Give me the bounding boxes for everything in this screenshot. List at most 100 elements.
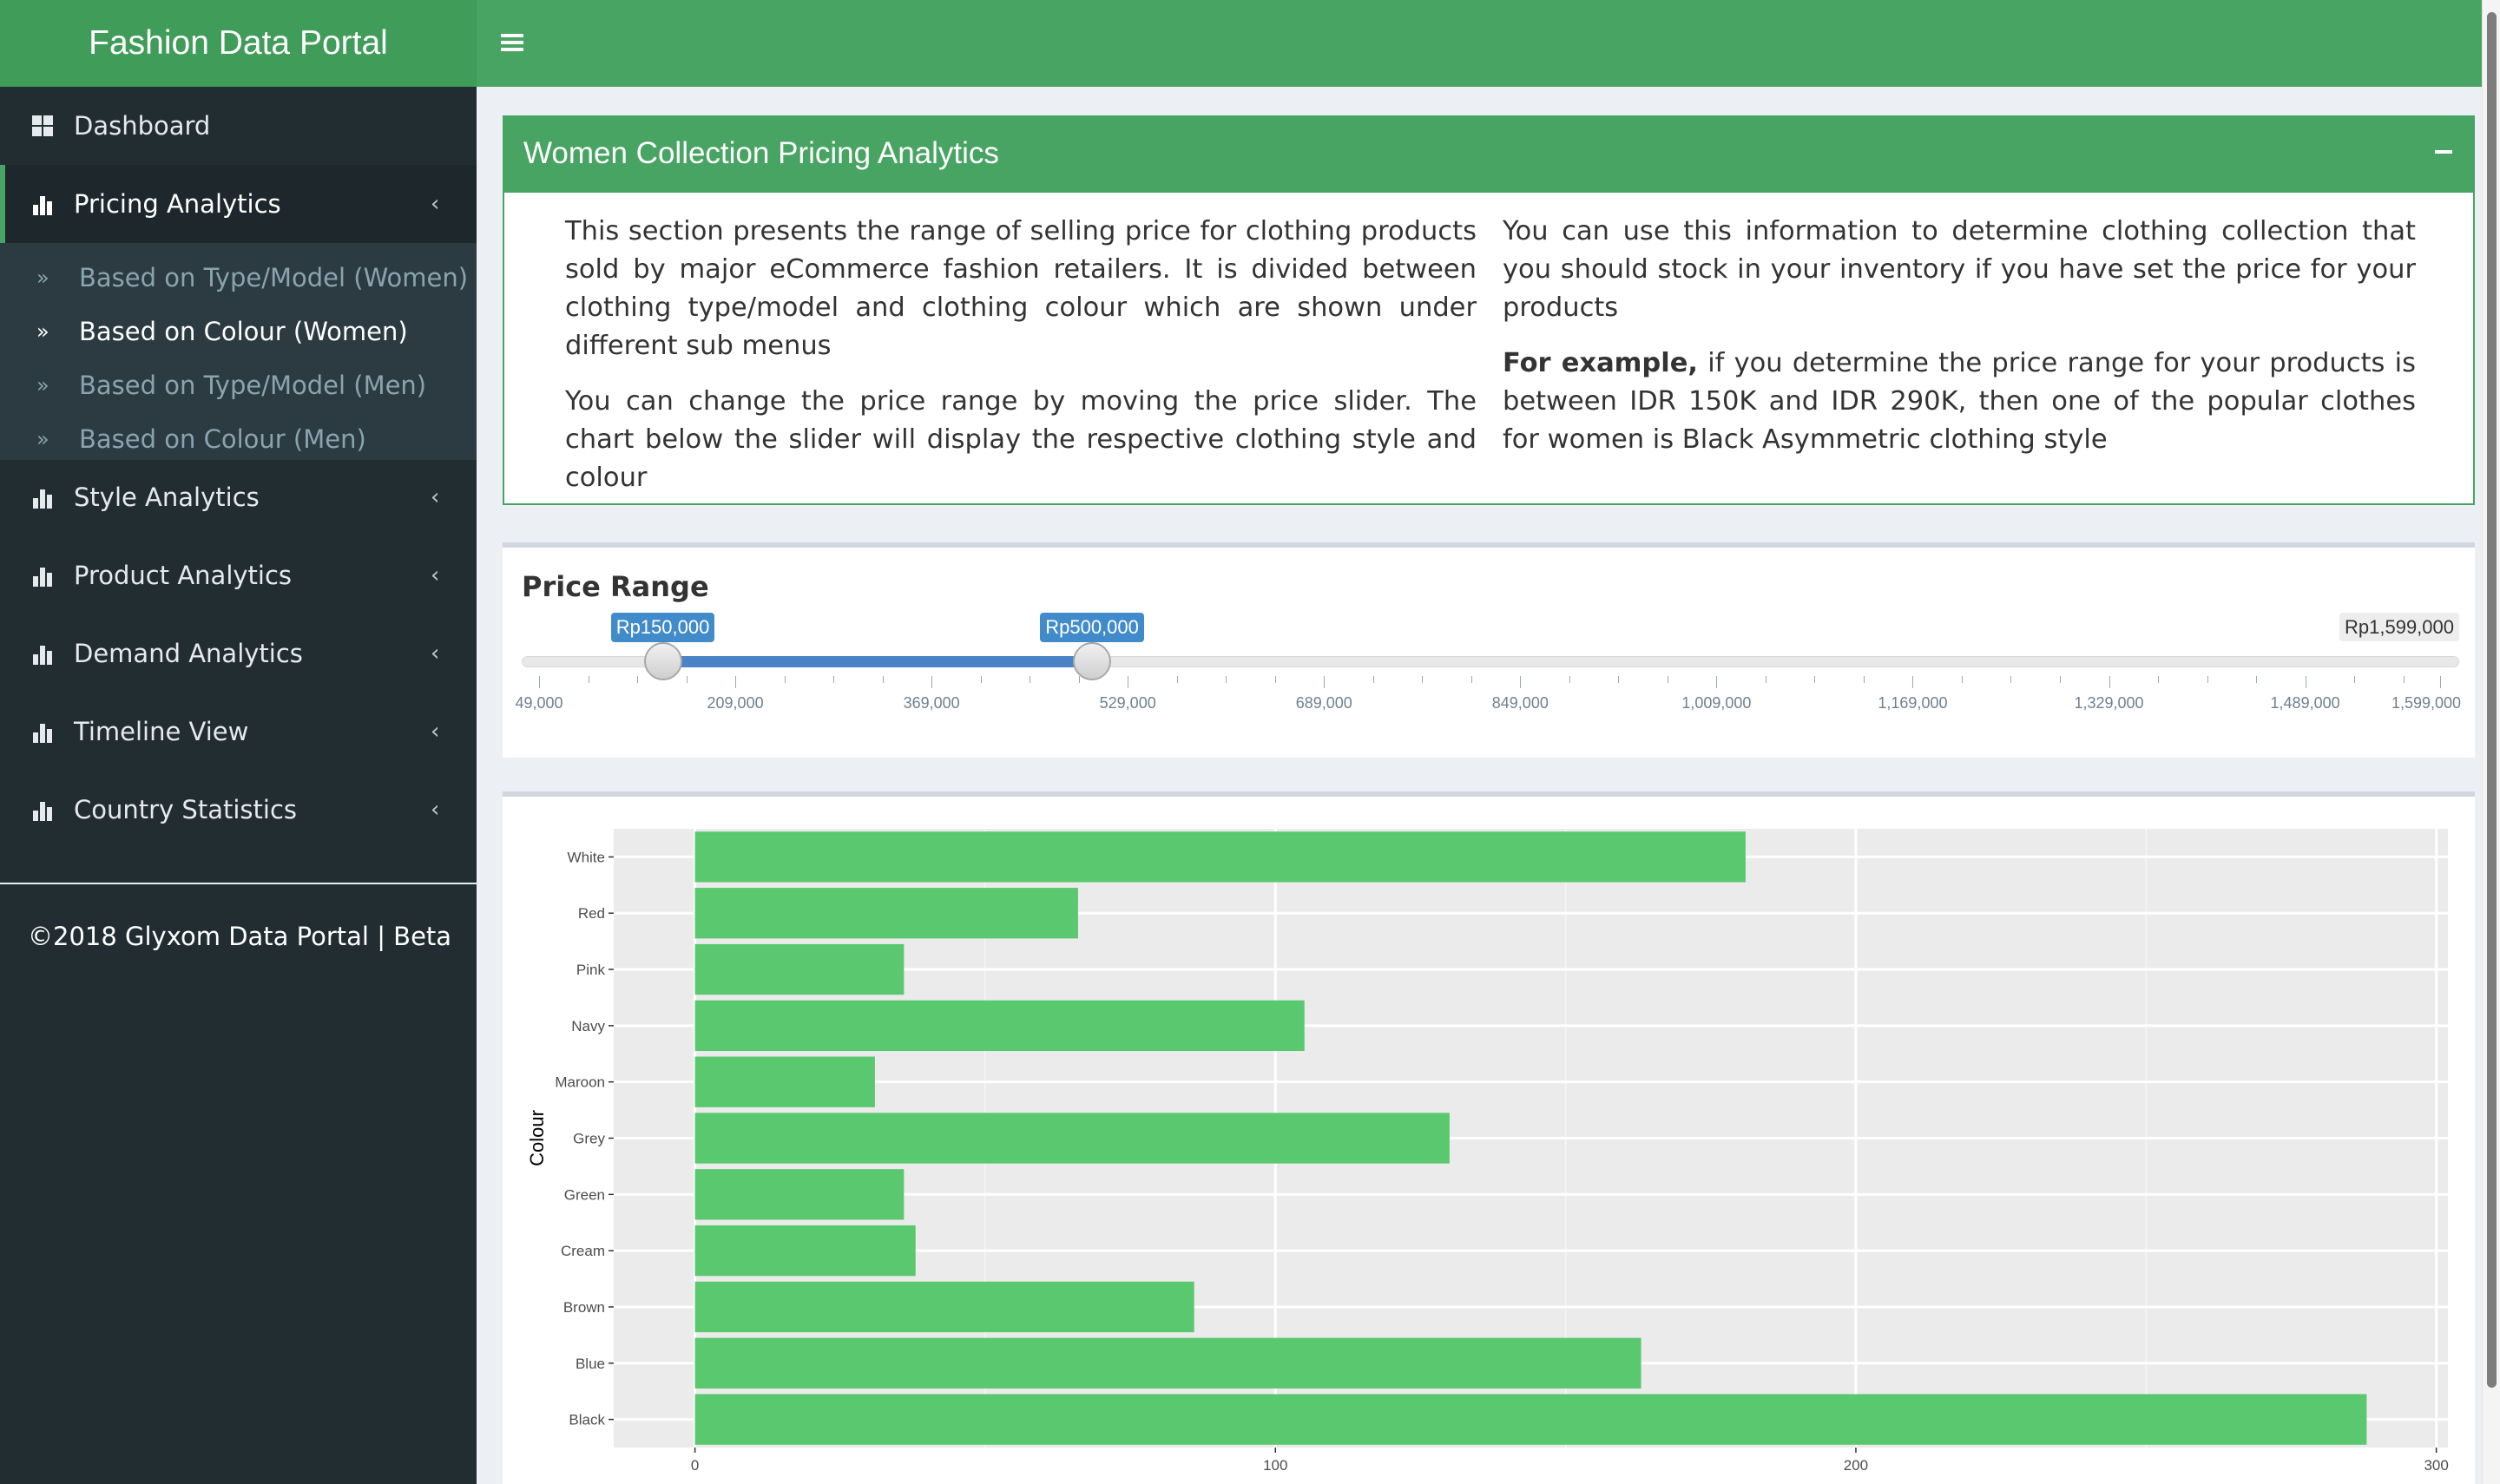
chevron-left-icon: ‹ — [431, 562, 440, 588]
sidebar-item-demand-analytics[interactable]: Demand Analytics ‹ — [0, 614, 477, 693]
slider-minor-tick — [1078, 676, 1080, 683]
slider-minor-tick — [882, 676, 884, 683]
slider-minor-tick — [686, 676, 688, 683]
slider-minor-tick — [1863, 676, 1865, 683]
bar-black — [694, 1394, 2367, 1445]
bar-chart-icon — [31, 564, 54, 587]
slider-major-tick — [735, 676, 737, 688]
bar-grey — [694, 1113, 1450, 1164]
slider-minor-tick — [1274, 676, 1276, 683]
x-tick-label: 100 — [1263, 1457, 1287, 1474]
submenu-item-label: Based on Type/Model (Men) — [79, 371, 427, 400]
submenu-item-label: Based on Type/Model (Women) — [79, 263, 469, 292]
slider-major-tick — [2440, 676, 2441, 688]
slider-tick-label: 689,000 — [1295, 694, 1352, 712]
bar-cream — [694, 1225, 916, 1277]
x-tick-label: 300 — [2424, 1457, 2448, 1474]
slider-major-tick — [1520, 676, 1522, 688]
slider-minor-tick — [1814, 676, 1816, 683]
sidebar-footer: ©2018 Glyxom Data Portal | Beta — [28, 922, 452, 951]
sidebar-item-label: Style Analytics — [74, 483, 260, 512]
app-logo[interactable]: Fashion Data Portal — [0, 0, 477, 87]
sidebar-item-style-analytics[interactable]: Style Analytics ‹ — [0, 458, 477, 536]
chevron-left-icon: ‹ — [431, 191, 440, 217]
chevron-left-icon: ‹ — [431, 484, 440, 510]
slider-minor-tick — [1569, 676, 1570, 683]
top-navbar — [477, 0, 2482, 87]
x-tick-label: 200 — [1844, 1457, 1868, 1474]
slider-major-tick — [2109, 676, 2110, 688]
double-angle-right-icon: » — [36, 427, 49, 451]
slider-major-tick — [539, 676, 540, 688]
slider-minor-tick — [833, 676, 835, 683]
slider-major-tick — [931, 676, 933, 688]
sidebar-toggle-icon[interactable] — [501, 31, 523, 54]
slider-minor-tick — [2207, 676, 2208, 683]
bar-maroon — [694, 1056, 875, 1107]
slider-tick-label: 209,000 — [707, 694, 764, 712]
submenu-item-colour-women[interactable]: » Based on Colour (Women) — [0, 305, 477, 358]
bar-pink — [694, 943, 905, 995]
pricing-submenu: » Based on Type/Model (Women) » Based on… — [0, 243, 477, 460]
chevron-left-icon: ‹ — [431, 719, 440, 745]
bar-brown — [694, 1281, 1194, 1333]
slider-minor-tick — [2060, 676, 2061, 683]
sidebar-divider — [0, 883, 477, 884]
slider-major-tick — [1324, 676, 1326, 688]
info-column-right: You can use this information to determin… — [1503, 213, 2416, 476]
info-column-left: This section presents the range of selli… — [565, 213, 1477, 515]
bar-red — [694, 888, 1078, 939]
y-tick-label: Navy — [571, 1018, 605, 1034]
slider-major-tick — [1716, 676, 1718, 688]
info-paragraph: You can change the price range by moving… — [565, 386, 1477, 493]
price-slider-selected-range[interactable] — [662, 656, 1093, 667]
info-paragraph-example: For example, if you determine the price … — [1503, 345, 2416, 459]
slider-tick-label: 1,599,000 — [2391, 694, 2462, 712]
submenu-item-type-men[interactable]: » Based on Type/Model (Men) — [0, 358, 477, 412]
info-paragraph: This section presents the range of selli… — [565, 216, 1477, 361]
slider-minor-tick — [1176, 676, 1178, 683]
slider-tick-label: 849,000 — [1491, 694, 1549, 712]
page-scrollbar[interactable] — [2482, 0, 2500, 1484]
slider-tick-label: 1,489,000 — [2270, 694, 2340, 712]
y-tick-label: Brown — [563, 1299, 605, 1316]
slider-minor-tick — [784, 676, 786, 683]
sidebar-item-dashboard[interactable]: Dashboard — [0, 87, 477, 165]
scrollbar-thumb[interactable] — [2487, 12, 2497, 1388]
chevron-left-icon: ‹ — [431, 797, 440, 823]
slider-minor-tick — [2354, 676, 2356, 683]
slider-minor-tick — [1226, 676, 1227, 683]
sidebar: Dashboard Pricing Analytics ‹ » Based on… — [0, 87, 477, 1484]
y-tick-label: White — [568, 849, 605, 865]
y-tick-label: Grey — [573, 1131, 605, 1147]
slider-to-value: Rp500,000 — [1040, 613, 1144, 642]
slider-tick-label: 49,000 — [515, 694, 563, 712]
example-label: For example, — [1503, 348, 1698, 378]
sidebar-item-product-analytics[interactable]: Product Analytics ‹ — [0, 536, 477, 614]
slider-handle-from[interactable] — [643, 642, 682, 680]
slider-tick-label: 1,329,000 — [2074, 694, 2144, 712]
collapse-minus-icon[interactable] — [2435, 150, 2452, 154]
submenu-item-type-women[interactable]: » Based on Type/Model (Women) — [0, 251, 477, 305]
y-tick-label: Red — [578, 905, 605, 922]
slider-minor-tick — [1961, 676, 1963, 683]
slider-minor-tick — [2010, 676, 2012, 683]
slider-handle-to[interactable] — [1073, 642, 1112, 680]
colour-bar-chart: White Red Pink Navy Maroon Grey Green Cream Brow… — [526, 829, 2449, 1474]
sidebar-item-pricing-analytics[interactable]: Pricing Analytics ‹ — [0, 165, 477, 243]
box-title: Women Collection Pricing Analytics — [523, 136, 999, 170]
app-title: Fashion Data Portal — [89, 24, 388, 62]
submenu-item-label: Based on Colour (Women) — [79, 317, 408, 346]
bar-blue — [694, 1337, 1641, 1389]
y-tick-label: Blue — [576, 1356, 605, 1372]
sidebar-item-country-statistics[interactable]: Country Statistics ‹ — [0, 771, 477, 849]
y-tick-label: Black — [569, 1412, 605, 1428]
slider-tick-label: 1,009,000 — [1681, 694, 1752, 712]
price-range-box: Price Range Rp150,000 Rp500,000 Rp1,599,… — [503, 542, 2475, 758]
slider-minor-tick — [2158, 676, 2160, 683]
y-tick-label: Cream — [561, 1243, 605, 1259]
slider-minor-tick — [2256, 676, 2258, 683]
sidebar-item-timeline-view[interactable]: Timeline View ‹ — [0, 693, 477, 771]
slider-minor-tick — [637, 676, 639, 683]
slider-tick-label: 369,000 — [903, 694, 960, 712]
